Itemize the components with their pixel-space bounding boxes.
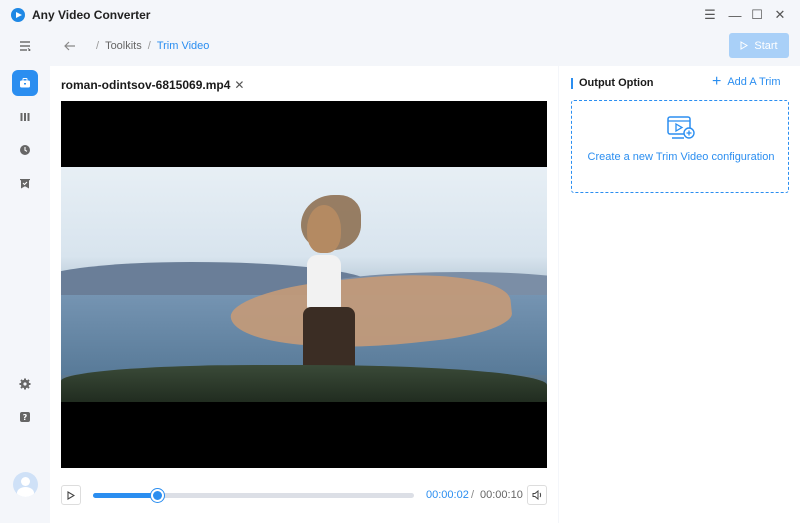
play-button[interactable] [61, 485, 81, 505]
add-trim-button[interactable]: + Add A Trim [712, 73, 781, 90]
filename-text: roman-odintsov-6815069.mp4 [61, 78, 231, 92]
library-icon [20, 113, 30, 121]
sidebar-item-toolkits[interactable] [12, 70, 38, 96]
play-icon [67, 490, 75, 500]
sidebar-item-library[interactable] [12, 104, 38, 130]
breadcrumb-toolkits[interactable]: Toolkits [105, 40, 142, 52]
add-trim-label: Add A Trim [727, 76, 781, 88]
breadcrumb: / Toolkits / Trim Video [62, 38, 209, 54]
video-panel: roman-odintsov-6815069.mp4 ✕ 00:00:02 / … [50, 66, 558, 523]
output-panel: Output Option + Add A Trim Create a new … [559, 66, 800, 523]
sidebar-menu-button[interactable] [12, 33, 38, 59]
playback-controls: 00:00:02 / 00:00:10 [61, 485, 547, 505]
video-add-icon [667, 116, 695, 139]
output-title-text: Output Option [579, 77, 654, 89]
maximize-icon[interactable]: ☐ [748, 6, 766, 24]
output-option-title: Output Option [571, 77, 654, 89]
volume-button[interactable] [527, 485, 547, 505]
sidebar: ? [0, 30, 50, 523]
sidebar-item-history[interactable] [12, 137, 38, 163]
play-icon [740, 41, 749, 50]
toolbox-icon [20, 78, 30, 88]
app-title: Any Video Converter [32, 8, 151, 22]
seek-bar[interactable] [93, 489, 414, 502]
app-logo-icon [11, 8, 25, 22]
close-icon[interactable]: ✕ [771, 6, 789, 24]
clock-icon [20, 145, 30, 155]
bookmark-check-icon [20, 179, 30, 189]
user-avatar-icon[interactable] [13, 472, 38, 497]
gear-icon [19, 378, 31, 390]
create-trim-text: Create a new Trim Video configuration [587, 151, 775, 163]
video-player[interactable] [61, 101, 547, 468]
time-separator: / [471, 489, 475, 501]
video-frame [61, 167, 547, 402]
close-file-icon[interactable]: ✕ [234, 78, 244, 92]
minimize-icon[interactable]: — [726, 6, 744, 24]
sidebar-item-help[interactable]: ? [12, 404, 38, 430]
current-time: 00:00:02 [426, 489, 469, 501]
plus-icon: + [712, 73, 722, 90]
total-time: 00:00:10 [480, 489, 523, 501]
volume-icon [532, 490, 541, 500]
breadcrumb-trim-video: Trim Video [156, 40, 210, 52]
seek-handle[interactable] [151, 489, 165, 502]
help-icon: ? [20, 412, 30, 422]
breadcrumb-separator: / [147, 40, 151, 52]
breadcrumb-separator: / [96, 40, 100, 52]
sidebar-item-tasks[interactable] [12, 171, 38, 197]
section-marker [571, 77, 573, 89]
menu-icon[interactable]: ☰ [701, 6, 719, 24]
create-trim-card[interactable]: Create a new Trim Video configuration [571, 100, 789, 193]
start-button-label: Start [754, 39, 778, 52]
start-button[interactable]: Start [729, 33, 789, 58]
back-arrow-icon[interactable] [62, 38, 78, 54]
svg-text:?: ? [23, 413, 28, 422]
menu-icon [20, 41, 31, 51]
seek-bar-progress [93, 493, 158, 498]
sidebar-item-settings[interactable] [12, 371, 38, 397]
video-filename: roman-odintsov-6815069.mp4 ✕ [61, 78, 244, 92]
title-bar: Any Video Converter ☰ — ☐ ✕ [0, 0, 800, 30]
